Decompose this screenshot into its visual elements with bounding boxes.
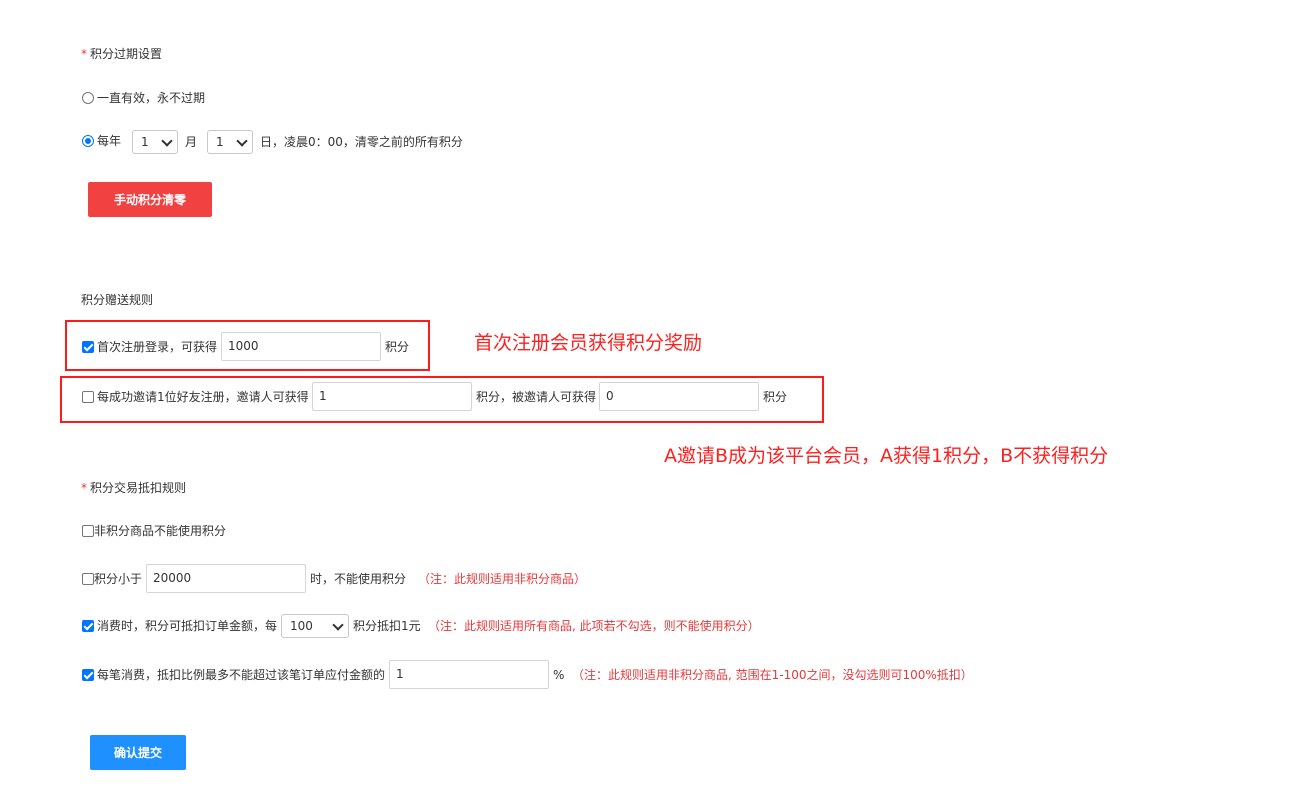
required-mark: * xyxy=(81,481,87,495)
rule3-checkbox[interactable] xyxy=(82,620,94,632)
rule2-suffix: 时，不能使用积分 xyxy=(310,572,407,586)
rule4-note: （注：此规则适用非积分商品, 范围在1-100之间，没勾选则可100%抵扣） xyxy=(572,668,973,682)
deduct-title: * 积分交易抵扣规则 xyxy=(81,481,187,495)
option-yearly-expire[interactable]: 每年 xyxy=(82,133,121,149)
option-never-expire[interactable]: 一直有效，永不过期 xyxy=(82,90,205,106)
annotation-invite-note: A邀请B成为该平台会员，A获得1积分，B不获得积分 xyxy=(664,445,1109,467)
register-rule[interactable]: 首次注册登录，可获得 xyxy=(82,339,217,355)
points-per-yuan-select[interactable]: 100 xyxy=(281,614,349,638)
submit-button[interactable]: 确认提交 xyxy=(90,735,186,770)
deduct-rule-2[interactable]: 积分小于 xyxy=(82,571,142,587)
register-points-input[interactable]: 1000 xyxy=(221,332,381,361)
deduct-rule-1[interactable]: 非积分商品不能使用积分 xyxy=(82,523,226,539)
rule2-note: （注：此规则适用非积分商品） xyxy=(418,572,587,586)
rule3-suffix: 积分抵扣1元 xyxy=(353,619,421,633)
rule3-note: （注：此规则适用所有商品, 此项若不勾选，则不能使用积分） xyxy=(428,619,760,633)
register-label: 首次注册登录，可获得 xyxy=(97,340,218,354)
rule4-unit: % xyxy=(553,668,565,682)
invite-checkbox[interactable] xyxy=(82,391,94,403)
month-select[interactable]: 1 xyxy=(132,130,178,154)
max-ratio-input[interactable]: 1 xyxy=(389,660,549,689)
radio-yearly-expire[interactable] xyxy=(82,135,94,147)
rule1-checkbox[interactable] xyxy=(82,525,94,537)
expiry-title: * 积分过期设置 xyxy=(81,47,163,61)
deduct-rule-4[interactable]: 每笔消费，抵扣比例最多不能超过该笔订单应付金额的 xyxy=(82,667,385,683)
chevron-down-icon xyxy=(332,618,344,631)
rule3-label: 消费时，积分可抵扣订单金额，每 xyxy=(97,619,278,633)
invite-label: 每成功邀请1位好友注册，邀请人可获得 xyxy=(97,390,309,404)
chevron-down-icon xyxy=(236,134,248,147)
yearly-suffix: 日，凌晨0：00，清零之前的所有积分 xyxy=(260,135,463,149)
option-never-label: 一直有效，永不过期 xyxy=(97,91,206,105)
rule1-label: 非积分商品不能使用积分 xyxy=(94,524,227,538)
rule2-label: 积分小于 xyxy=(94,572,143,586)
register-checkbox[interactable] xyxy=(82,341,94,353)
invite-middle: 积分，被邀请人可获得 xyxy=(476,390,597,404)
option-yearly-label: 每年 xyxy=(97,134,122,148)
rule4-checkbox[interactable] xyxy=(82,669,94,681)
radio-never-expire[interactable] xyxy=(82,92,94,104)
chevron-down-icon xyxy=(161,134,173,147)
invite-unit: 积分 xyxy=(763,390,788,404)
invitee-points-input[interactable]: 0 xyxy=(599,382,759,411)
day-select[interactable]: 1 xyxy=(207,130,253,154)
required-mark: * xyxy=(81,47,87,61)
invite-rule[interactable]: 每成功邀请1位好友注册，邀请人可获得 xyxy=(82,389,309,405)
manual-clear-button[interactable]: 手动积分清零 xyxy=(88,182,212,217)
inviter-points-input[interactable]: 1 xyxy=(312,382,472,411)
register-unit: 积分 xyxy=(385,340,410,354)
annotation-register-note: 首次注册会员获得积分奖励 xyxy=(474,332,703,354)
gift-title: 积分赠送规则 xyxy=(81,293,154,307)
rule4-label: 每笔消费，抵扣比例最多不能超过该笔订单应付金额的 xyxy=(97,668,386,682)
min-points-input[interactable]: 20000 xyxy=(146,564,306,593)
month-unit: 月 xyxy=(185,135,198,149)
deduct-rule-3[interactable]: 消费时，积分可抵扣订单金额，每 xyxy=(82,618,277,634)
rule2-checkbox[interactable] xyxy=(82,573,94,585)
